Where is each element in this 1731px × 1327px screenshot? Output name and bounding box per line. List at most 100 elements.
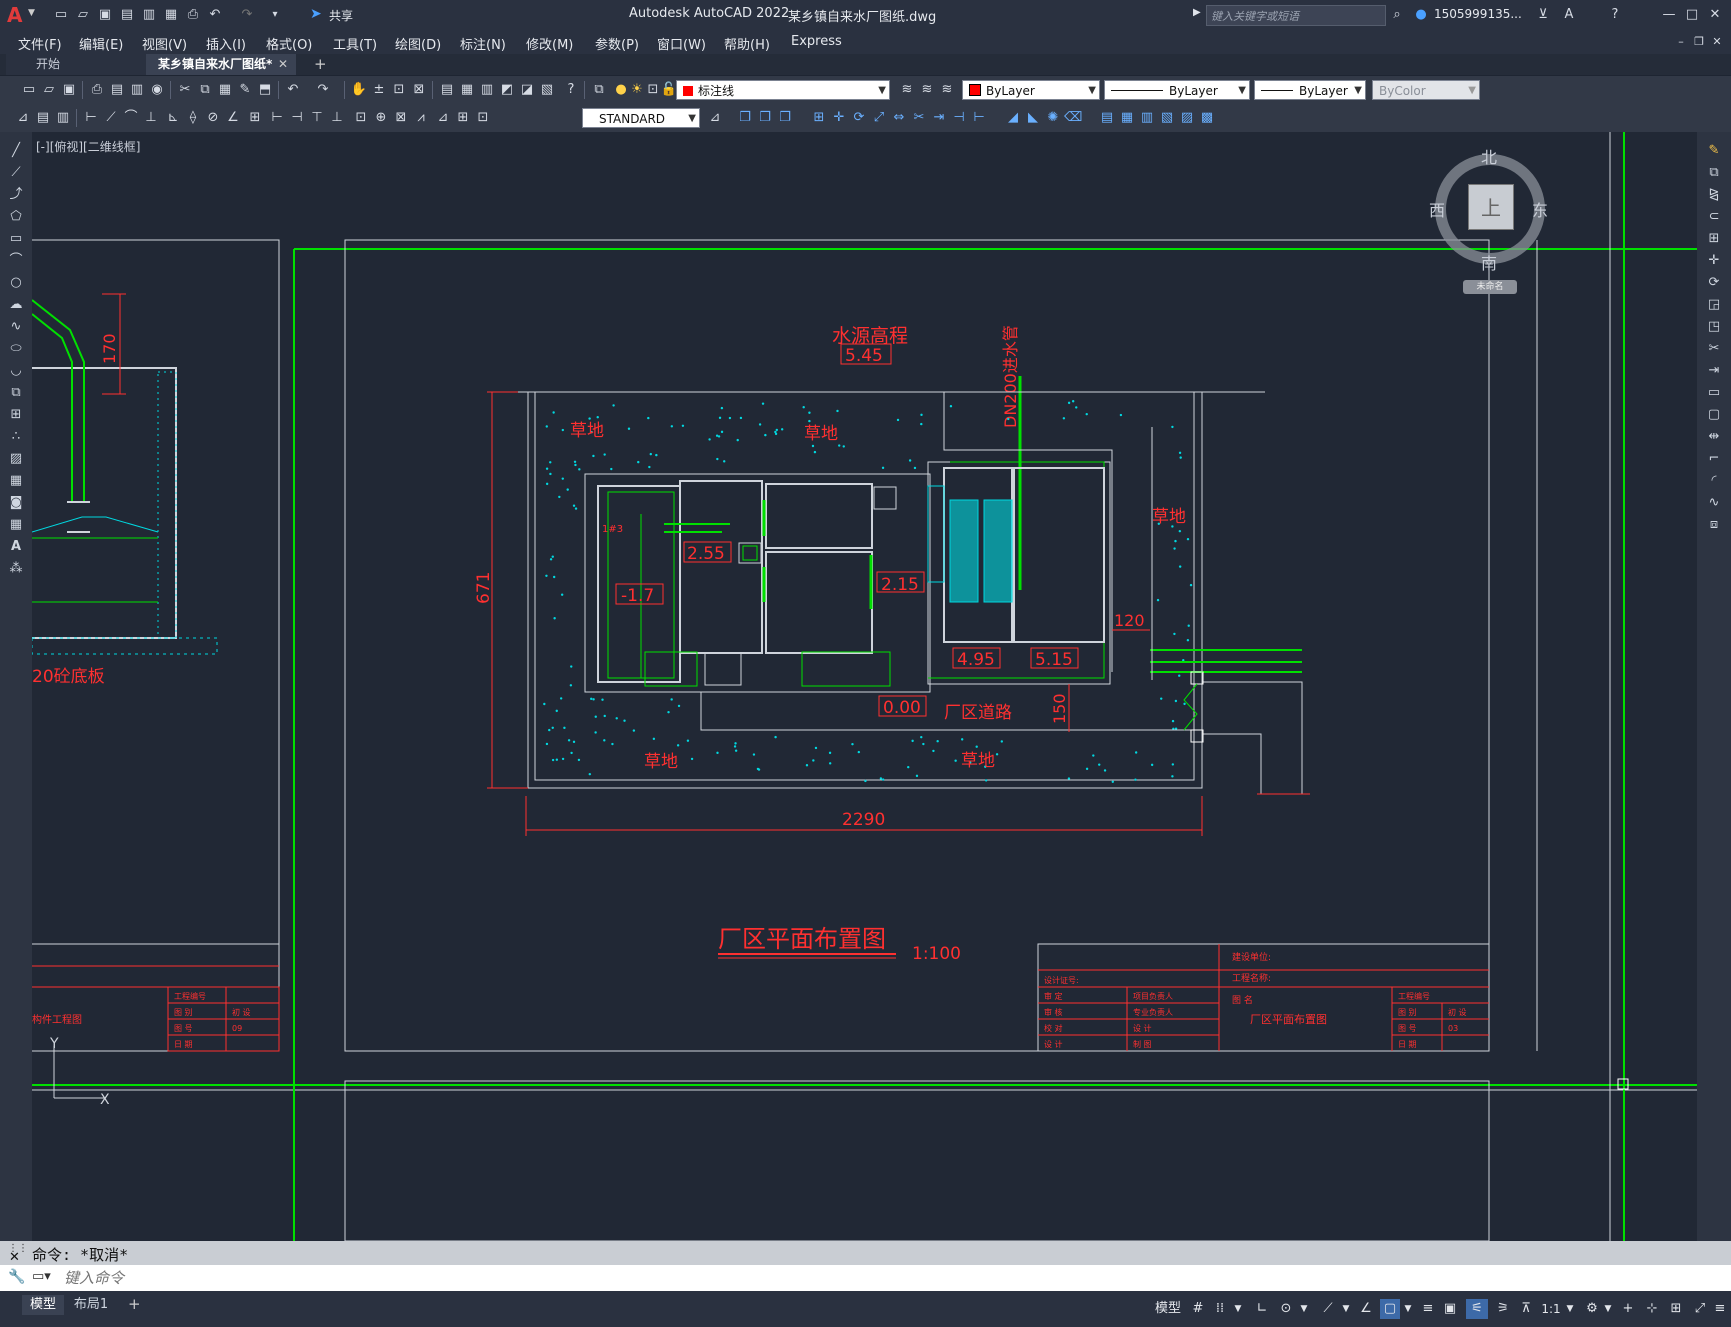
layer-state-icon[interactable]: ≋ [938,81,956,99]
tab-start[interactable]: 开始 [6,54,146,75]
menu-modify[interactable]: 修改(M) [526,34,573,53]
open-icon[interactable]: ▱ [40,81,58,99]
fillet-icon[interactable]: ◣ [1024,109,1042,127]
command-input[interactable] [62,1268,1666,1289]
command-close-icon[interactable]: ✕ [9,1250,20,1265]
new-file-icon[interactable]: ▭ [52,6,70,24]
polar-icon[interactable]: ⊙ [1276,1299,1296,1319]
menu-view[interactable]: 视图(V) [142,34,187,53]
cart-icon[interactable]: ⊻ [1534,6,1552,24]
draworder-above-icon[interactable]: ▨ [1178,109,1196,127]
polygon-icon[interactable]: ⬠ [7,208,25,226]
save-web-icon[interactable]: ▦ [162,6,180,24]
minimize-icon[interactable]: — [1660,6,1678,24]
qdim-icon[interactable]: ⊞ [246,109,264,127]
layout-tab-layout1[interactable]: 布局1 [68,1295,114,1315]
offset-obj-icon[interactable]: ❐ [776,109,794,127]
layer-dropdown[interactable]: 标注线 ▼ [676,80,890,100]
save-as-icon[interactable]: ▤ [118,6,136,24]
dim-break-icon[interactable]: ⊥ [328,109,346,127]
save-icon[interactable]: ▣ [96,6,114,24]
dim-arc-icon[interactable]: ⌒ [122,109,140,127]
dimstyle-icon[interactable]: ⊿ [14,109,32,127]
annotation-scale-value[interactable]: 1:1 [1538,1299,1564,1319]
help-icon[interactable]: ? [1606,6,1624,24]
dim-continue-icon[interactable]: ⊣ [288,109,306,127]
transparency-icon[interactable]: ▣ [1440,1299,1460,1319]
isodraft-icon[interactable]: ⟋ [1318,1299,1338,1319]
menu-dimension[interactable]: 标注(N) [460,34,506,53]
erase-icon[interactable]: ⌫ [1064,109,1082,127]
copy-tool-icon[interactable]: ⧉ [1705,164,1723,182]
3d-print-icon[interactable]: ◉ [148,81,166,99]
compass-west[interactable]: 西 [1429,197,1445,221]
center-mark-icon[interactable]: ⊕ [372,109,390,127]
table-icon[interactable]: ▦ [7,516,25,534]
mirror-obj-icon[interactable]: ❐ [756,109,774,127]
point-icon[interactable]: ∴ [7,428,25,446]
osnap-tracking-icon[interactable]: ∠ [1356,1299,1376,1319]
snap-dropdown-icon[interactable]: ▼ [1232,1299,1244,1319]
break-tool-icon[interactable]: ▢ [1705,406,1723,424]
search-input[interactable]: 键入关键字或短语 [1206,5,1386,26]
dim-space-icon[interactable]: ⊤ [308,109,326,127]
jogged-linear-icon[interactable]: ⩘ [412,109,430,127]
plotstyle-dropdown[interactable]: ByColor ▼ [1372,80,1480,100]
chamfer-icon[interactable]: ◢ [1004,109,1022,127]
share-button[interactable]: 共享 [329,7,353,24]
dim-aligned-icon[interactable]: ⟋ [102,109,120,127]
dim-linear-icon[interactable]: ⊢ [82,109,100,127]
markup-icon[interactable]: ◪ [518,81,536,99]
join-icon[interactable]: ⊢ [970,109,988,127]
menu-express[interactable]: Express [791,34,842,49]
viewcube[interactable]: 上 北 南 西 东 未命名 [1425,142,1548,294]
layer-previous-icon[interactable]: ≋ [918,81,936,99]
compass-south[interactable]: 南 [1481,250,1497,274]
print-icon[interactable]: ⎙ [88,81,106,99]
redo-icon[interactable]: ↷ [238,6,256,24]
scale-dropdown-icon[interactable]: ▼ [1564,1299,1576,1319]
text-style-dropdown[interactable]: STANDARD ▼ [582,108,700,128]
offset-tool-icon[interactable]: ⊂ [1705,208,1723,226]
revcloud-icon[interactable]: ☁ [7,296,25,314]
zoom-previous-icon[interactable]: ⊠ [410,81,428,99]
move-tool-icon[interactable]: ✛ [1705,252,1723,270]
paste-clip-icon[interactable]: ▦ [1118,109,1136,127]
extend-tool-icon[interactable]: ⇥ [1705,362,1723,380]
dim-jogged-icon[interactable]: ⟠ [184,109,202,127]
customization-icon[interactable]: ≡ [1712,1299,1728,1319]
autoscale-icon[interactable]: ⚞ [1492,1299,1514,1319]
plot-icon[interactable]: ⎙ [184,6,202,24]
maximize-icon[interactable]: □ [1683,6,1701,24]
redo-tool-icon[interactable]: ↷ [314,81,332,99]
add-selected-icon[interactable]: ⁂ [7,560,25,578]
scale-tool-icon[interactable]: ◲ [1705,296,1723,314]
copy-obj-icon[interactable]: ❐ [736,109,754,127]
design-center-icon[interactable]: ▦ [458,81,476,99]
trim-tool-icon[interactable]: ✂ [1705,340,1723,358]
tab-drawing[interactable]: 某乡镇自来水厂图纸* ✕ [146,54,296,75]
fillet-tool-icon[interactable]: ◜ [1705,472,1723,490]
annotation-visibility-icon[interactable]: ⚟ [1466,1299,1488,1319]
paste-icon[interactable]: ▦ [216,81,234,99]
new-tab-icon[interactable]: + [314,55,327,73]
break-at-point-icon[interactable]: ▭ [1705,384,1723,402]
properties-icon[interactable]: ▤ [438,81,456,99]
annotation-monitor-icon[interactable]: + [1618,1299,1638,1319]
dim-style-manager-icon[interactable]: ⊿ [706,109,724,127]
model-space-button[interactable]: 模型 [1150,1299,1186,1319]
app-logo-icon[interactable]: A [7,3,22,27]
undo-tool-icon[interactable]: ↶ [284,81,302,99]
draworder-under-icon[interactable]: ▩ [1198,109,1216,127]
tolerance-icon[interactable]: ⊡ [352,109,370,127]
rotate-icon[interactable]: ⟳ [850,109,868,127]
circle-icon[interactable]: ○ [7,274,25,292]
ortho-icon[interactable]: ∟ [1252,1299,1272,1319]
menu-draw[interactable]: 绘图(D) [395,34,441,53]
extend-icon[interactable]: ⇥ [930,109,948,127]
menu-format[interactable]: 格式(O) [266,34,312,53]
isodraft-dropdown-icon[interactable]: ▼ [1340,1299,1352,1319]
wcs-menu[interactable]: 未命名 [1463,280,1517,294]
dim-diameter-icon[interactable]: ⊘ [204,109,222,127]
user-name[interactable]: 1505999135... [1434,7,1522,21]
